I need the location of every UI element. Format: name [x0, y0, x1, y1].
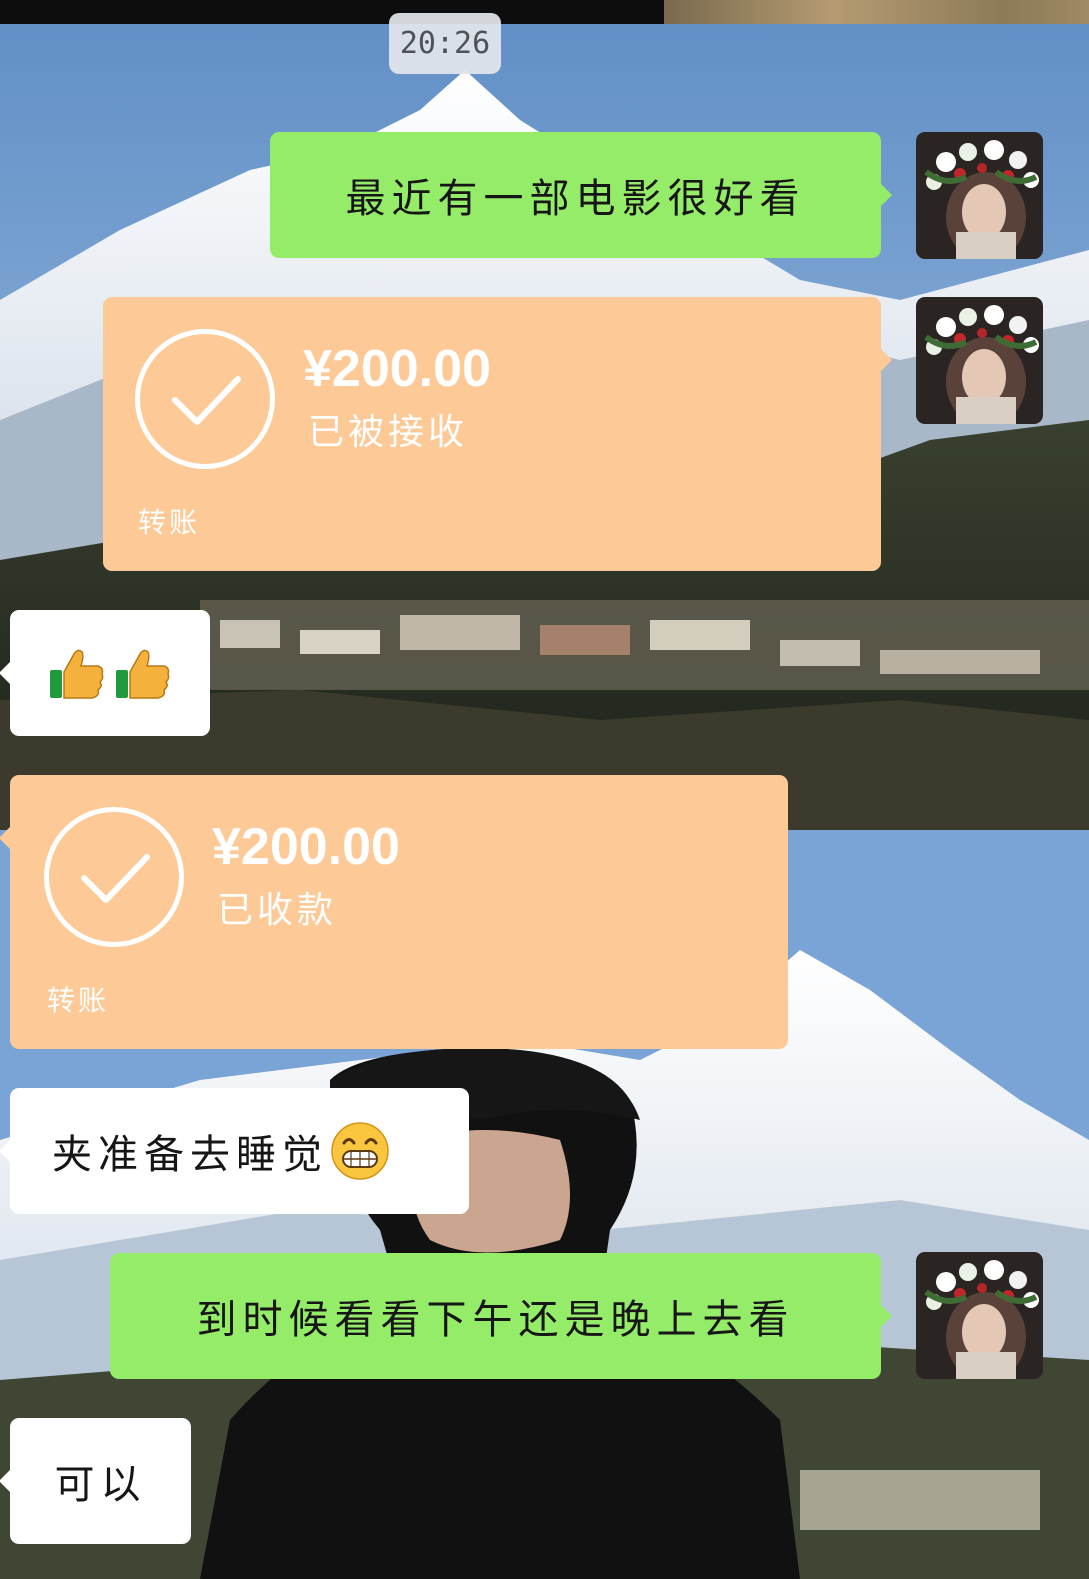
thumbs-up-icon — [48, 644, 106, 702]
message-text: 夹准备去睡觉 — [52, 1132, 328, 1178]
transfer-card-received[interactable]: ¥200.00 已收款 转账 — [0, 775, 788, 1049]
their-message-bubble[interactable]: 可以 — [0, 1418, 191, 1544]
avatar-image — [916, 132, 1043, 259]
bubble-tail — [881, 349, 892, 371]
bubble-tail — [881, 1305, 892, 1327]
my-avatar[interactable] — [916, 1252, 1043, 1379]
bubble-tail — [0, 662, 10, 684]
message-text: 可以 — [54, 1462, 147, 1508]
bubble-tail — [0, 827, 10, 849]
grinning-face-icon — [330, 1121, 390, 1181]
message-text: 到时候看看下午还是晚上去看 — [196, 1297, 795, 1343]
my-avatar[interactable] — [916, 132, 1043, 259]
their-message-bubble[interactable] — [0, 610, 210, 736]
bubble-tail — [0, 1470, 10, 1492]
transfer-label: 转账 — [47, 984, 110, 1017]
my-message-bubble[interactable]: 最近有一部电影很好看 — [270, 132, 892, 258]
check-icon — [44, 807, 184, 947]
status-strip — [0, 0, 1089, 24]
message-text: 最近有一部电影很好看 — [345, 176, 806, 222]
bubble-tail — [881, 184, 892, 206]
transfer-label: 转账 — [138, 506, 201, 539]
transfer-amount: ¥200.00 — [303, 340, 491, 398]
check-icon — [135, 329, 275, 469]
my-avatar[interactable] — [916, 297, 1043, 424]
avatar-image — [916, 297, 1043, 424]
bubble-tail — [0, 1140, 10, 1162]
transfer-card-sent[interactable]: ¥200.00 已被接收 转账 — [103, 297, 892, 571]
avatar-image — [916, 1252, 1043, 1379]
status-strip-photo — [664, 0, 1089, 24]
transfer-status: 已收款 — [217, 890, 338, 931]
message-timestamp: 20:26 — [389, 13, 501, 74]
message-content: 夹准备去睡觉 — [10, 1088, 469, 1214]
thumbs-up-icon — [114, 644, 172, 702]
their-message-bubble[interactable]: 夹准备去睡觉 — [0, 1088, 469, 1214]
transfer-amount: ¥200.00 — [212, 818, 400, 876]
my-message-bubble[interactable]: 到时候看看下午还是晚上去看 — [110, 1253, 892, 1379]
transfer-status: 已被接收 — [308, 412, 469, 453]
